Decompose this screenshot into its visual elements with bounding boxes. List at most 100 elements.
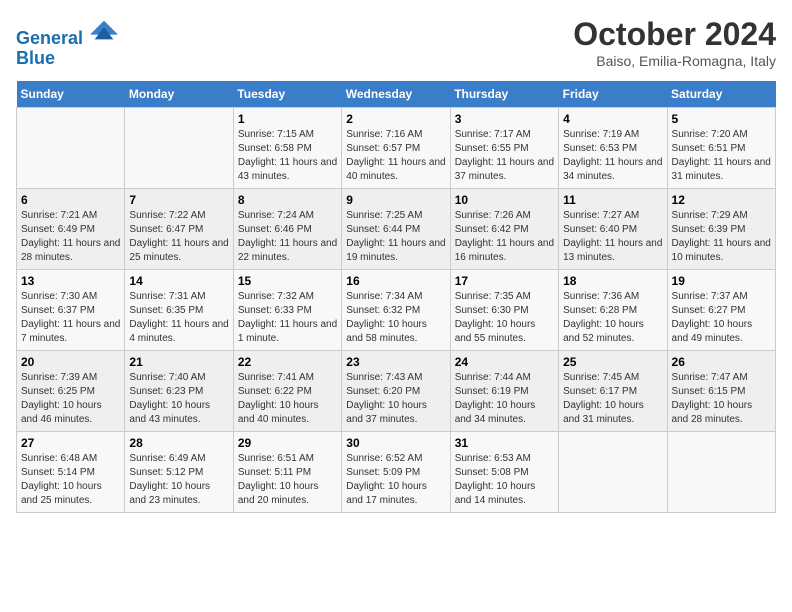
day-info: Sunrise: 6:53 AM Sunset: 5:08 PM Dayligh…	[455, 452, 554, 508]
page-header: General Blue October 2024 Baiso, Emilia-…	[16, 16, 776, 69]
day-info: Sunrise: 7:39 AM Sunset: 6:25 PM Dayligh…	[21, 371, 120, 427]
day-cell	[17, 108, 125, 189]
logo-icon	[90, 16, 118, 44]
day-info: Sunrise: 7:41 AM Sunset: 6:22 PM Dayligh…	[238, 371, 337, 427]
day-number: 13	[21, 274, 120, 288]
day-info: Sunrise: 7:15 AM Sunset: 6:58 PM Dayligh…	[238, 128, 337, 184]
day-number: 31	[455, 436, 554, 450]
day-info: Sunrise: 7:27 AM Sunset: 6:40 PM Dayligh…	[563, 209, 662, 265]
day-number: 9	[346, 193, 445, 207]
day-cell: 23 Sunrise: 7:43 AM Sunset: 6:20 PM Dayli…	[342, 351, 450, 432]
day-cell: 8Sunrise: 7:24 AM Sunset: 6:46 PM Daylig…	[233, 189, 341, 270]
day-header-tuesday: Tuesday	[233, 81, 341, 108]
day-info: Sunrise: 7:25 AM Sunset: 6:44 PM Dayligh…	[346, 209, 445, 265]
day-cell: 31 Sunrise: 6:53 AM Sunset: 5:08 PM Dayli…	[450, 432, 558, 513]
day-number: 21	[129, 355, 228, 369]
day-info: Sunrise: 7:19 AM Sunset: 6:53 PM Dayligh…	[563, 128, 662, 184]
day-info: Sunrise: 7:21 AM Sunset: 6:49 PM Dayligh…	[21, 209, 120, 265]
day-number: 28	[129, 436, 228, 450]
day-info: Sunrise: 7:43 AM Sunset: 6:20 PM Dayligh…	[346, 371, 445, 427]
day-info: Sunrise: 7:20 AM Sunset: 6:51 PM Dayligh…	[672, 128, 771, 184]
day-number: 12	[672, 193, 771, 207]
day-cell	[125, 108, 233, 189]
logo-text: General	[16, 16, 118, 49]
day-cell: 4 Sunrise: 7:19 AM Sunset: 6:53 PM Daylig…	[559, 108, 667, 189]
day-cell: 5 Sunrise: 7:20 AM Sunset: 6:51 PM Daylig…	[667, 108, 775, 189]
day-info: Sunrise: 7:22 AM Sunset: 6:47 PM Dayligh…	[129, 209, 228, 265]
day-cell: 15Sunrise: 7:32 AM Sunset: 6:33 PM Dayli…	[233, 270, 341, 351]
day-cell: 2 Sunrise: 7:16 AM Sunset: 6:57 PM Daylig…	[342, 108, 450, 189]
day-cell: 14 Sunrise: 7:31 AM Sunset: 6:35 PM Dayli…	[125, 270, 233, 351]
day-info: Sunrise: 7:44 AM Sunset: 6:19 PM Dayligh…	[455, 371, 554, 427]
day-cell: 24 Sunrise: 7:44 AM Sunset: 6:19 PM Dayli…	[450, 351, 558, 432]
day-cell: 16Sunrise: 7:34 AM Sunset: 6:32 PM Dayli…	[342, 270, 450, 351]
day-cell: 26Sunrise: 7:47 AM Sunset: 6:15 PM Dayli…	[667, 351, 775, 432]
day-number: 1	[238, 112, 337, 126]
day-number: 24	[455, 355, 554, 369]
day-cell: 27 Sunrise: 6:48 AM Sunset: 5:14 PM Dayli…	[17, 432, 125, 513]
day-cell: 18 Sunrise: 7:36 AM Sunset: 6:28 PM Dayli…	[559, 270, 667, 351]
day-info: Sunrise: 7:29 AM Sunset: 6:39 PM Dayligh…	[672, 209, 771, 265]
day-number: 30	[346, 436, 445, 450]
day-info: Sunrise: 7:37 AM Sunset: 6:27 PM Dayligh…	[672, 290, 771, 346]
day-number: 14	[129, 274, 228, 288]
day-cell: 25Sunrise: 7:45 AM Sunset: 6:17 PM Dayli…	[559, 351, 667, 432]
calendar-body: 1 Sunrise: 7:15 AM Sunset: 6:58 PM Daylig…	[17, 108, 776, 513]
day-info: Sunrise: 7:35 AM Sunset: 6:30 PM Dayligh…	[455, 290, 554, 346]
day-cell	[667, 432, 775, 513]
day-cell	[559, 432, 667, 513]
week-row-5: 27 Sunrise: 6:48 AM Sunset: 5:14 PM Dayli…	[17, 432, 776, 513]
day-info: Sunrise: 7:16 AM Sunset: 6:57 PM Dayligh…	[346, 128, 445, 184]
title-area: October 2024 Baiso, Emilia-Romagna, Ital…	[573, 16, 776, 69]
day-cell: 9 Sunrise: 7:25 AM Sunset: 6:44 PM Daylig…	[342, 189, 450, 270]
day-number: 5	[672, 112, 771, 126]
day-header-monday: Monday	[125, 81, 233, 108]
day-number: 19	[672, 274, 771, 288]
day-cell: 22 Sunrise: 7:41 AM Sunset: 6:22 PM Dayli…	[233, 351, 341, 432]
day-cell: 12 Sunrise: 7:29 AM Sunset: 6:39 PM Dayli…	[667, 189, 775, 270]
location: Baiso, Emilia-Romagna, Italy	[573, 53, 776, 69]
day-info: Sunrise: 7:36 AM Sunset: 6:28 PM Dayligh…	[563, 290, 662, 346]
day-info: Sunrise: 7:45 AM Sunset: 6:17 PM Dayligh…	[563, 371, 662, 427]
day-number: 26	[672, 355, 771, 369]
day-cell: 29Sunrise: 6:51 AM Sunset: 5:11 PM Dayli…	[233, 432, 341, 513]
day-cell: 28 Sunrise: 6:49 AM Sunset: 5:12 PM Dayli…	[125, 432, 233, 513]
logo: General Blue	[16, 16, 118, 69]
day-info: Sunrise: 6:48 AM Sunset: 5:14 PM Dayligh…	[21, 452, 120, 508]
day-cell: 19 Sunrise: 7:37 AM Sunset: 6:27 PM Dayli…	[667, 270, 775, 351]
day-number: 18	[563, 274, 662, 288]
day-header-friday: Friday	[559, 81, 667, 108]
day-cell: 13 Sunrise: 7:30 AM Sunset: 6:37 PM Dayli…	[17, 270, 125, 351]
week-row-1: 1 Sunrise: 7:15 AM Sunset: 6:58 PM Daylig…	[17, 108, 776, 189]
day-cell: 20Sunrise: 7:39 AM Sunset: 6:25 PM Dayli…	[17, 351, 125, 432]
day-cell: 6 Sunrise: 7:21 AM Sunset: 6:49 PM Daylig…	[17, 189, 125, 270]
day-info: Sunrise: 7:24 AM Sunset: 6:46 PM Dayligh…	[238, 209, 337, 265]
day-cell: 17 Sunrise: 7:35 AM Sunset: 6:30 PM Dayli…	[450, 270, 558, 351]
day-number: 6	[21, 193, 120, 207]
logo-blue: Blue	[16, 49, 118, 69]
header-row: SundayMondayTuesdayWednesdayThursdayFrid…	[17, 81, 776, 108]
day-info: Sunrise: 6:51 AM Sunset: 5:11 PM Dayligh…	[238, 452, 337, 508]
day-info: Sunrise: 7:34 AM Sunset: 6:32 PM Dayligh…	[346, 290, 445, 346]
day-info: Sunrise: 7:30 AM Sunset: 6:37 PM Dayligh…	[21, 290, 120, 346]
day-number: 17	[455, 274, 554, 288]
day-number: 4	[563, 112, 662, 126]
day-number: 23	[346, 355, 445, 369]
day-info: Sunrise: 6:49 AM Sunset: 5:12 PM Dayligh…	[129, 452, 228, 508]
day-info: Sunrise: 7:31 AM Sunset: 6:35 PM Dayligh…	[129, 290, 228, 346]
day-header-sunday: Sunday	[17, 81, 125, 108]
calendar-table: SundayMondayTuesdayWednesdayThursdayFrid…	[16, 81, 776, 513]
day-cell: 21 Sunrise: 7:40 AM Sunset: 6:23 PM Dayli…	[125, 351, 233, 432]
day-number: 22	[238, 355, 337, 369]
day-cell: 11 Sunrise: 7:27 AM Sunset: 6:40 PM Dayli…	[559, 189, 667, 270]
day-number: 2	[346, 112, 445, 126]
day-number: 27	[21, 436, 120, 450]
week-row-3: 13 Sunrise: 7:30 AM Sunset: 6:37 PM Dayli…	[17, 270, 776, 351]
day-number: 11	[563, 193, 662, 207]
day-info: Sunrise: 7:40 AM Sunset: 6:23 PM Dayligh…	[129, 371, 228, 427]
day-cell: 10Sunrise: 7:26 AM Sunset: 6:42 PM Dayli…	[450, 189, 558, 270]
day-number: 15	[238, 274, 337, 288]
day-info: Sunrise: 6:52 AM Sunset: 5:09 PM Dayligh…	[346, 452, 445, 508]
day-cell: 1 Sunrise: 7:15 AM Sunset: 6:58 PM Daylig…	[233, 108, 341, 189]
day-cell: 7Sunrise: 7:22 AM Sunset: 6:47 PM Daylig…	[125, 189, 233, 270]
